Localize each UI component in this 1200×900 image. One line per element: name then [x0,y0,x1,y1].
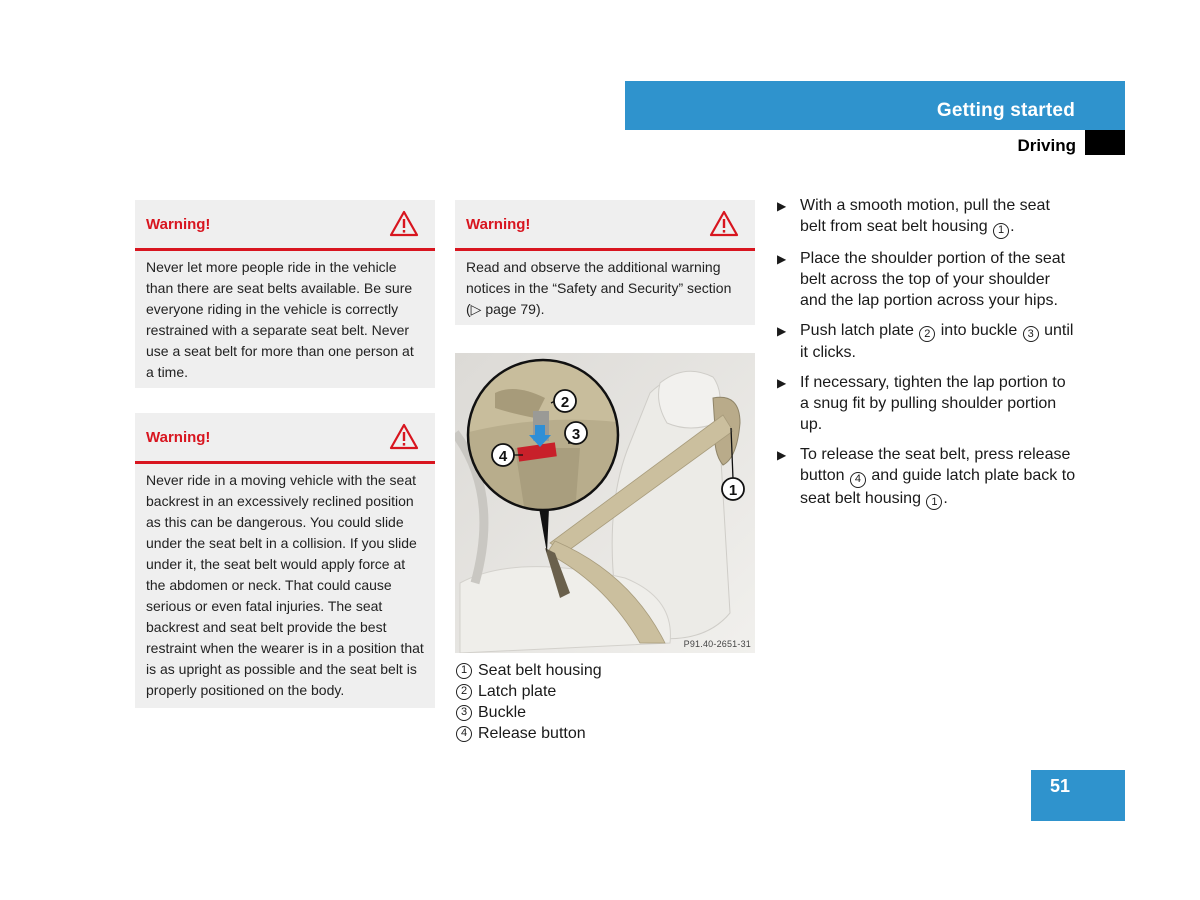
callout-label: 1 [729,482,737,499]
legend-label: Buckle [478,704,527,721]
warning-text: Read and observe the additional warning … [455,251,755,329]
warning-header: Warning! [135,413,435,464]
warning-text: Never ride in a moving vehicle with the … [146,472,424,698]
circled-number: 3 [456,704,472,721]
bullet-arrow-icon: ▶ [777,323,787,338]
legend-label: Seat belt housing [478,662,602,679]
warning-title: Warning! [466,216,531,233]
subsection-marker [1085,130,1125,155]
bullet-arrow-icon: ▶ [777,448,787,462]
section-title: Getting started [936,100,1075,121]
legend-item: 1 Seat belt housing [456,660,602,681]
warning-triangle-icon [709,210,739,237]
page-number: 51 [1050,776,1071,796]
instruction-step: ▶ Place the shoulder portion of the seat … [777,248,1077,311]
warning-text: Never let more people ride in the vehicl… [146,259,414,380]
warning-title: Warning! [146,216,211,233]
instruction-step: ▶ To release the seat belt, press release… [777,444,1077,510]
step-text: With a smooth motion, pull the seat belt… [800,195,1077,239]
warning-header: Warning! [135,200,435,251]
step-text: To release the seat belt, press release … [800,444,1077,510]
step-text: If necessary, tighten the lap portion to… [800,374,1066,433]
legend-item: 4 Release button [456,723,602,744]
warning-box-passengers: Warning! Never let more people ride in t… [135,200,435,388]
seat-belt-illustration: 2 3 4 1 P91.40-2651-31 [455,353,755,653]
legend-label: Release button [478,725,586,742]
callout-label: 2 [561,394,569,411]
circled-number: 1 [456,662,472,679]
bullet-arrow-icon: ▶ [777,251,787,266]
warning-text-after: ). [535,301,545,317]
legend-item: 2 Latch plate [456,681,602,702]
circled-number: 2 [456,683,472,700]
legend-item: 3 Buckle [456,702,602,723]
bullet-arrow-icon: ▶ [777,376,787,390]
warning-triangle-icon [389,210,419,237]
circled-number: 1 [993,222,1010,239]
warning-header: Warning! [455,200,755,251]
warning-box-reclined-seat: Warning! Never ride in a moving vehicle … [135,413,435,708]
step-text: Place the shoulder portion of the seat b… [800,249,1066,309]
instruction-step: ▶ If necessary, tighten the lap portion t… [777,372,1077,435]
figure-code: P91.40-2651-31 [683,639,751,649]
bullet-arrow-icon: ▶ [777,199,787,213]
section-header-bar: Getting started [625,81,1125,130]
figure-legend: 1 Seat belt housing 2 Latch plate 3 Buck… [456,660,602,744]
page-number-box: 51 [1031,770,1125,821]
instruction-step: ▶ With a smooth motion, pull the seat bel… [777,195,1077,239]
warning-triangle-icon [389,423,419,450]
instruction-step: ▶ Push latch plate 2 into buckle 3 until … [777,320,1077,364]
callout-label: 3 [572,426,580,443]
callout-label: 4 [499,448,508,465]
warning-box-safety-reference: Warning! Read and observe the additional… [455,200,755,325]
seat-belt-drawing: 2 3 4 1 [455,353,755,653]
step-text: Push latch plate 2 into buckle 3 until i… [800,321,1074,362]
circled-number: 3 [1022,326,1039,342]
circled-number: 4 [849,471,866,488]
warning-title: Warning! [146,429,211,446]
circled-number: 2 [919,326,936,342]
circled-number: 1 [926,494,943,510]
legend-label: Latch plate [478,683,557,700]
subsection-title: Driving [1017,136,1076,155]
page-reference-link[interactable]: ▷ page 79 [471,301,536,317]
instruction-steps: ▶ With a smooth motion, pull the seat bel… [777,195,1077,519]
circled-number: 4 [456,725,472,742]
